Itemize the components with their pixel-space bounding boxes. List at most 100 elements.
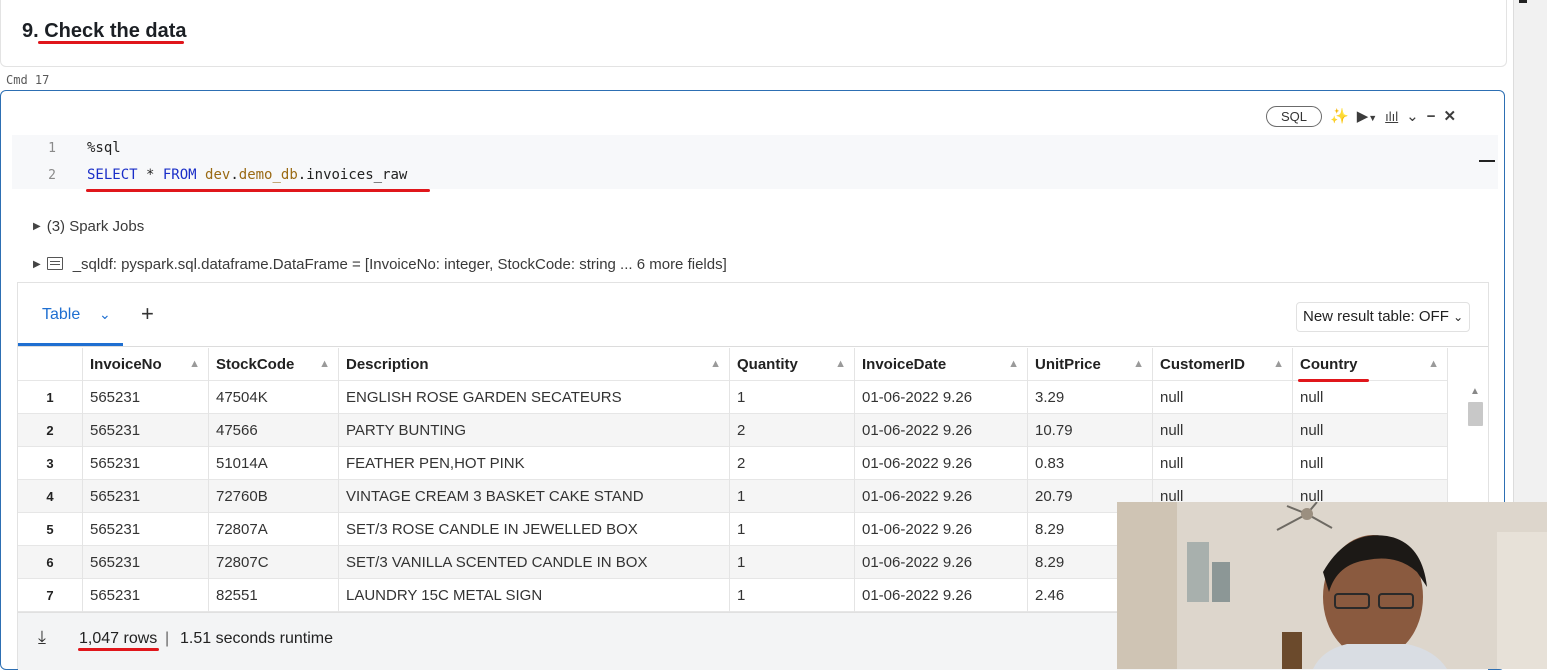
table-cell-unitprice: 0.83 (1028, 447, 1153, 480)
row-number: 3 (18, 447, 83, 480)
sort-icon[interactable]: ▲ (189, 348, 200, 381)
table-cell-quantity: 2 (730, 447, 855, 480)
row-number: 1 (18, 381, 83, 414)
column-header-description[interactable]: Description ▲ (339, 348, 730, 381)
sort-icon[interactable]: ▲ (1273, 348, 1284, 381)
sort-icon[interactable]: ▲ (1008, 348, 1019, 381)
table-cell-invoicedate: 01-06-2022 9.26 (855, 381, 1028, 414)
table-cell-customerid: null (1153, 447, 1293, 480)
table-cell-stockcode: 82551 (209, 579, 339, 612)
table-cell-country: null (1293, 414, 1448, 447)
sort-icon[interactable]: ▲ (319, 348, 330, 381)
row-index-header (18, 348, 83, 381)
sort-icon[interactable]: ▲ (710, 348, 721, 381)
table-cell-stockcode: 72760B (209, 480, 339, 513)
column-header-label: Description (346, 356, 429, 373)
row-number: 7 (18, 579, 83, 612)
keyword-from: FROM (162, 167, 197, 183)
table-cell-description: LAUNDRY 15C METAL SIGN (339, 579, 730, 612)
sparkle-icon[interactable]: ✨ (1330, 109, 1349, 124)
sort-icon[interactable]: ▲ (1133, 348, 1144, 381)
table-cell-stockcode: 72807C (209, 546, 339, 579)
presenter-video (1117, 502, 1547, 669)
minimize-icon[interactable]: − (1427, 109, 1436, 124)
table-cell-country: null (1293, 447, 1448, 480)
table-cell-customerid: null (1153, 381, 1293, 414)
table-cell-quantity: 1 (730, 381, 855, 414)
sort-icon[interactable]: ▲ (1428, 348, 1439, 381)
table-cell-stockcode: 72807A (209, 513, 339, 546)
catalog-name: dev (205, 167, 231, 183)
row-number: 2 (18, 414, 83, 447)
collapse-icon[interactable]: ⌄ (1406, 109, 1419, 124)
table-cell-customerid: null (1153, 414, 1293, 447)
code-editor[interactable]: 1 %sql 2 SELECT * FROM dev.demo_db.invoi… (12, 135, 1498, 189)
cmd-label: Cmd 17 (6, 73, 50, 87)
column-header-label: CustomerID (1160, 356, 1246, 373)
close-icon[interactable]: ✕ (1444, 109, 1457, 124)
sqldf-toggle[interactable]: ▶ _sqldf: pyspark.sql.dataframe.DataFrame… (33, 256, 727, 273)
language-badge[interactable]: SQL (1266, 105, 1323, 127)
table-cell-stockcode: 51014A (209, 447, 339, 480)
row-number: 6 (18, 546, 83, 579)
table-cell-unitprice: 10.79 (1028, 414, 1153, 447)
column-header-invoicedate[interactable]: InvoiceDate ▲ (855, 348, 1028, 381)
table-cell-description: PARTY BUNTING (339, 414, 730, 447)
page-scrollbar-thumb[interactable] (1519, 0, 1527, 3)
keyword-select: SELECT (87, 167, 138, 183)
column-header-label: InvoiceNo (90, 356, 162, 373)
table-cell-quantity: 1 (730, 513, 855, 546)
row-number: 5 (18, 513, 83, 546)
table-row[interactable]: 2 565231 47566 PARTY BUNTING 2 01-06-2022 9.2… (18, 414, 1448, 447)
table-cell-description: SET/3 VANILLA SCENTED CANDLE IN BOX (339, 546, 730, 579)
table-row[interactable]: 3 565231 51014A FEATHER PEN,HOT PINK 2 01-06-… (18, 447, 1448, 480)
chart-icon[interactable]: ılıl (1385, 110, 1398, 123)
line-number: 2 (48, 168, 56, 183)
table-cell-invoicedate: 01-06-2022 9.26 (855, 546, 1028, 579)
tab-table-chevron-icon[interactable]: ⌄ (99, 306, 111, 323)
table-cell-invoicedate: 01-06-2022 9.26 (855, 579, 1028, 612)
run-icon[interactable]: ▶▼ (1357, 109, 1377, 124)
sqldf-schema: _sqldf: pyspark.sql.dataframe.DataFrame … (72, 256, 727, 273)
tab-table[interactable]: Table (42, 306, 80, 324)
table-cell-invoicedate: 01-06-2022 9.26 (855, 414, 1028, 447)
table-cell-invoicedate: 01-06-2022 9.26 (855, 447, 1028, 480)
presenter-webcam (1117, 502, 1547, 669)
spark-jobs-label: (3) Spark Jobs (46, 218, 145, 235)
runtime-label: 1.51 seconds runtime (180, 630, 333, 647)
table-cell-country: null (1293, 381, 1448, 414)
new-result-table-toggle[interactable]: New result table: OFF ⌄ (1296, 302, 1471, 332)
table-cell-quantity: 1 (730, 546, 855, 579)
rows-annotation-underline (78, 648, 159, 651)
column-header-label: StockCode (216, 356, 295, 373)
scroll-up-icon[interactable]: ▲ (1470, 386, 1480, 397)
download-icon[interactable]: ⤓ (38, 627, 46, 648)
column-header-stockcode[interactable]: StockCode ▲ (209, 348, 339, 381)
column-header-quantity[interactable]: Quantity ▲ (730, 348, 855, 381)
column-header-unitprice[interactable]: UnitPrice ▲ (1028, 348, 1153, 381)
code-token: * (137, 167, 163, 183)
grid-scrollbar-thumb[interactable] (1468, 402, 1483, 426)
table-cell-description: VINTAGE CREAM 3 BASKET CAKE STAND (339, 480, 730, 513)
column-header-country[interactable]: Country ▲ (1293, 348, 1448, 381)
column-header-label: InvoiceDate (862, 356, 947, 373)
table-cell-invoiceno: 565231 (83, 381, 209, 414)
column-header-invoiceno[interactable]: InvoiceNo ▲ (83, 348, 209, 381)
table-row[interactable]: 1 565231 47504K ENGLISH ROSE GARDEN SECATEU… (18, 381, 1448, 414)
table-cell-description: ENGLISH ROSE GARDEN SECATEURS (339, 381, 730, 414)
tabs-divider (18, 346, 1488, 347)
table-cell-invoicedate: 01-06-2022 9.26 (855, 513, 1028, 546)
sort-icon[interactable]: ▲ (835, 348, 846, 381)
table-cell-stockcode: 47566 (209, 414, 339, 447)
table-cell-invoiceno: 565231 (83, 414, 209, 447)
table-name: invoices_raw (306, 167, 408, 183)
code-annotation-underline (86, 189, 430, 192)
cell-toolbar: SQL ✨ ▶▼ ılıl ⌄ − ✕ (1266, 104, 1456, 128)
table-cell-quantity: 2 (730, 414, 855, 447)
table-cell-invoiceno: 565231 (83, 447, 209, 480)
spark-jobs-toggle[interactable]: ▶ (3) Spark Jobs (33, 218, 144, 235)
column-header-customerid[interactable]: CustomerID ▲ (1153, 348, 1293, 381)
add-visualization-button[interactable]: + (141, 301, 154, 327)
table-header-row: InvoiceNo ▲ StockCode ▲ Description ▲ Quantity… (18, 348, 1448, 381)
line-number: 1 (48, 141, 56, 156)
